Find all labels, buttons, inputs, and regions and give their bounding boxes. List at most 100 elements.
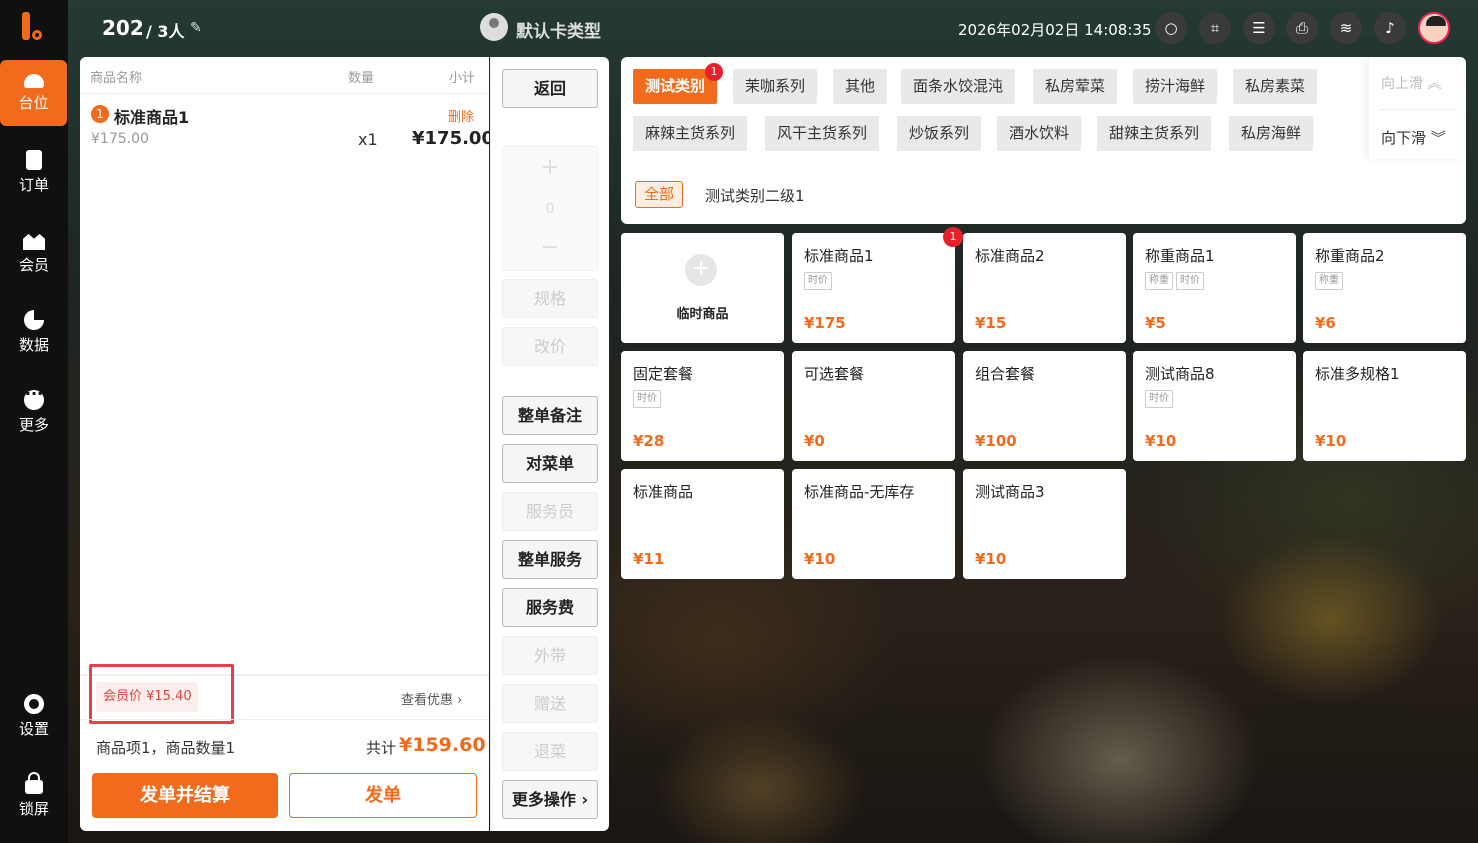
- nav-item-orders[interactable]: 订单: [0, 140, 68, 206]
- nav-item-lock[interactable]: 锁屏: [0, 764, 68, 830]
- order-note-button[interactable]: 整单备注: [502, 396, 598, 435]
- order-line-item[interactable]: 1 标准商品1 删除 ¥175.00 x1 ¥175.00: [80, 95, 494, 155]
- product-price: ¥175: [804, 314, 846, 332]
- item-index-badge: 1: [91, 105, 109, 123]
- product-name: 组合套餐: [975, 365, 1036, 383]
- takeaway-button[interactable]: 外带: [502, 636, 598, 675]
- annotation-highlight-box: [89, 664, 234, 724]
- category-tab[interactable]: 测试类别 1: [633, 63, 724, 104]
- product-card[interactable]: 标准商品1 时价 ¥175 1: [792, 227, 963, 343]
- product-name: 标准商品: [633, 483, 694, 501]
- quantity-stepper[interactable]: + 0 −: [502, 146, 598, 271]
- category-panel: 测试类别 1 茉咖系列 其他 面条水饺混沌 私房荤菜 捞汁海鲜 私房素菜 麻辣主…: [621, 57, 1466, 224]
- product-price: ¥5: [1145, 314, 1166, 332]
- change-price-button[interactable]: 改价: [502, 327, 598, 366]
- card-type-label: 默认卡类型: [516, 22, 601, 42]
- wifi-icon[interactable]: ≋: [1330, 12, 1362, 44]
- scroll-up-button[interactable]: 向上滑 ︽: [1381, 73, 1441, 93]
- send-order-button[interactable]: 发单: [289, 773, 477, 818]
- nav-item-settings[interactable]: 设置: [0, 684, 68, 750]
- product-card[interactable]: 测试商品8 时价 ¥10: [1133, 351, 1296, 461]
- edit-icon[interactable]: ✎: [190, 20, 206, 36]
- divider: [1379, 109, 1457, 110]
- product-card[interactable]: 标准商品2 ¥15: [963, 233, 1126, 343]
- product-count-badge: 1: [943, 227, 963, 247]
- category-tab[interactable]: 私房海鲜: [1229, 116, 1314, 151]
- product-card[interactable]: 称重商品2 称重 ¥6: [1303, 233, 1466, 343]
- product-card[interactable]: 组合套餐 ¥100: [963, 351, 1126, 461]
- waiter-button[interactable]: 服务员: [502, 492, 598, 531]
- stepper-plus-button[interactable]: +: [503, 155, 597, 180]
- return-dish-button[interactable]: 退菜: [502, 732, 598, 771]
- nav-item-members[interactable]: 会员: [0, 220, 68, 286]
- nav-item-data[interactable]: 数据: [0, 300, 68, 366]
- product-name: 标准商品1: [804, 247, 874, 265]
- search-icon[interactable]: ○: [1155, 12, 1187, 44]
- category-count-badge: 1: [705, 63, 724, 81]
- category-tab[interactable]: 私房素菜: [1233, 69, 1318, 104]
- stepper-value: 0: [545, 201, 555, 217]
- product-price: ¥10: [1315, 432, 1347, 450]
- order-panel: 商品名称 数量 小计 1 标准商品1 删除 ¥175.00 x1 ¥175.00…: [80, 57, 494, 831]
- view-discount-link[interactable]: 查看优惠 ›: [401, 689, 462, 708]
- item-name: 标准商品1: [114, 108, 190, 127]
- category-tab[interactable]: 酒水饮料: [997, 116, 1082, 151]
- order-table-header: 商品名称 数量 小计: [80, 57, 489, 94]
- product-name: 称重商品2: [1315, 247, 1385, 265]
- bell-icon[interactable]: ♪: [1374, 12, 1406, 44]
- product-card[interactable]: 固定套餐 时价 ¥28: [621, 351, 784, 461]
- product-price: ¥10: [975, 550, 1007, 568]
- nav-label: 订单: [18, 176, 49, 194]
- product-card[interactable]: 可选套餐 ¥0: [792, 351, 955, 461]
- nav-item-more[interactable]: 更多: [0, 380, 68, 446]
- order-service-button[interactable]: 整单服务: [502, 540, 598, 579]
- product-name: 固定套餐: [633, 365, 694, 383]
- product-name: 称重商品1: [1145, 247, 1215, 265]
- product-tags: 时价: [1145, 389, 1176, 408]
- subcategory-tab[interactable]: 测试类别二级1: [705, 185, 805, 206]
- product-price: ¥100: [975, 432, 1017, 450]
- gift-button[interactable]: 赠送: [502, 684, 598, 723]
- printer-icon[interactable]: ⎙: [1286, 12, 1318, 44]
- product-tags: 称重: [1315, 271, 1346, 290]
- back-button[interactable]: 返回: [502, 69, 598, 108]
- check-menu-button[interactable]: 对菜单: [502, 444, 598, 483]
- list-icon[interactable]: ☰: [1243, 12, 1275, 44]
- product-card[interactable]: 称重商品1 称重 时价 ¥5: [1133, 233, 1296, 343]
- category-tab[interactable]: 麻辣主货系列: [633, 116, 748, 151]
- category-tab[interactable]: 私房荤菜: [1033, 69, 1118, 104]
- more-ops-button[interactable]: 更多操作 ›: [502, 780, 598, 819]
- product-name: 标准多规格1: [1315, 365, 1400, 383]
- product-tag: 时价: [1176, 272, 1204, 290]
- category-tab[interactable]: 其他: [833, 69, 888, 104]
- side-nav: 台位 订单 会员 数据 更多 设置 锁屏: [0, 0, 68, 843]
- category-tab[interactable]: 风干主货系列: [765, 116, 880, 151]
- product-card[interactable]: 标准商品-无库存 ¥10: [792, 469, 955, 579]
- product-card[interactable]: 测试商品3 ¥10: [963, 469, 1126, 579]
- product-price: ¥0: [804, 432, 825, 450]
- send-and-settle-button[interactable]: 发单并结算: [92, 773, 278, 818]
- category-tab[interactable]: 捞汁海鲜: [1133, 69, 1218, 104]
- scroll-down-button[interactable]: 向下滑 ︾: [1381, 127, 1446, 148]
- product-name: 临时商品: [676, 307, 729, 322]
- nav-item-tables[interactable]: 台位: [0, 60, 67, 126]
- product-card[interactable]: 标准商品 ¥11: [621, 469, 784, 579]
- category-tab[interactable]: 茉咖系列: [733, 69, 818, 104]
- top-bar: 202 / 3人 ✎ 默认卡类型 2026年02月02日 14:08:35 ○ …: [68, 0, 1478, 56]
- product-price: ¥15: [975, 314, 1007, 332]
- stepper-minus-button[interactable]: −: [503, 235, 597, 260]
- category-tab[interactable]: 甜辣主货系列: [1097, 116, 1212, 151]
- profile-avatar[interactable]: [1418, 12, 1450, 44]
- product-name: 标准商品2: [975, 247, 1045, 265]
- category-tab[interactable]: 面条水饺混沌: [901, 69, 1016, 104]
- scan-icon[interactable]: ⌗: [1199, 12, 1231, 44]
- subcategory-all-tab[interactable]: 全部: [635, 181, 684, 208]
- delete-item-button[interactable]: 删除: [448, 106, 474, 125]
- category-tab[interactable]: 炒饭系列: [897, 116, 982, 151]
- spec-button[interactable]: 规格: [502, 279, 598, 318]
- product-card[interactable]: 标准多规格1 ¥10: [1303, 351, 1466, 461]
- total-label: 共计: [366, 739, 397, 757]
- temp-product-card[interactable]: + 临时商品: [621, 233, 784, 343]
- service-fee-button[interactable]: 服务费: [502, 588, 598, 627]
- table-icon: [23, 74, 44, 88]
